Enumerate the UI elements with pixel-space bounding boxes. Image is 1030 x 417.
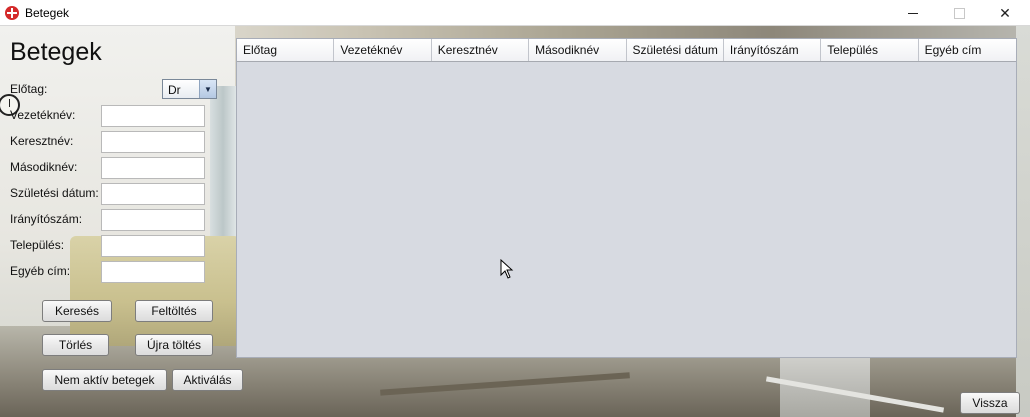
first-name-label: Keresztnév: xyxy=(10,134,74,148)
settlement-label: Település: xyxy=(10,238,65,252)
close-button[interactable]: ✕ xyxy=(982,0,1028,26)
middle-name-label: Másodiknév: xyxy=(10,160,78,174)
minimize-icon xyxy=(908,12,918,14)
last-name-input[interactable] xyxy=(101,105,205,127)
middle-name-input[interactable] xyxy=(101,157,205,179)
chevron-down-icon[interactable]: ▼ xyxy=(199,80,216,98)
prefix-value: Dr xyxy=(168,83,181,97)
background-right-wall xyxy=(1016,26,1030,417)
last-name-label: Vezetéknév: xyxy=(10,108,76,122)
maximize-icon xyxy=(953,7,965,19)
patients-table[interactable]: Előtag Vezetéknév Keresztnév Másodiknév … xyxy=(236,38,1017,358)
back-button[interactable]: Vissza xyxy=(960,392,1020,414)
red-cross-icon xyxy=(5,6,19,20)
other-address-input[interactable] xyxy=(101,261,205,283)
column-header-birth-date[interactable]: Születési dátum xyxy=(627,39,724,61)
page-title: Betegek xyxy=(10,38,102,66)
settlement-input[interactable] xyxy=(101,235,205,257)
column-header-middle-name[interactable]: Másodiknév xyxy=(529,39,627,61)
window-title: Betegek xyxy=(25,6,70,20)
maximize-button[interactable] xyxy=(936,0,982,26)
first-name-input[interactable] xyxy=(101,131,205,153)
minimize-button[interactable] xyxy=(890,0,936,26)
activate-button[interactable]: Aktiválás xyxy=(172,369,243,391)
close-icon: ✕ xyxy=(999,4,1011,21)
prefix-select[interactable]: Dr ▼ xyxy=(162,79,217,99)
title-bar: Betegek ✕ xyxy=(0,0,1030,26)
column-header-first-name[interactable]: Keresztnév xyxy=(432,39,530,61)
birth-date-label: Születési dátum: xyxy=(10,186,99,200)
other-address-label: Egyéb cím: xyxy=(10,264,71,278)
reload-button[interactable]: Újra töltés xyxy=(135,334,213,356)
column-header-zip-code[interactable]: Irányítószám xyxy=(724,39,822,61)
inactive-patients-button[interactable]: Nem aktív betegek xyxy=(42,369,167,391)
zip-code-label: Irányítószám: xyxy=(10,212,83,226)
zip-code-input[interactable] xyxy=(101,209,205,231)
column-header-last-name[interactable]: Vezetéknév xyxy=(334,39,432,61)
mouse-cursor-icon xyxy=(500,259,514,279)
search-button[interactable]: Keresés xyxy=(42,300,112,322)
column-header-other-address[interactable]: Egyéb cím xyxy=(919,39,1016,61)
birth-date-input[interactable] xyxy=(101,183,205,205)
delete-button[interactable]: Törlés xyxy=(42,334,109,356)
column-header-prefix[interactable]: Előtag xyxy=(237,39,335,61)
column-header-settlement[interactable]: Település xyxy=(821,39,919,61)
table-header: Előtag Vezetéknév Keresztnév Másodiknév … xyxy=(237,39,1016,62)
upload-button[interactable]: Feltöltés xyxy=(135,300,213,322)
prefix-label: Előtag: xyxy=(10,82,48,96)
